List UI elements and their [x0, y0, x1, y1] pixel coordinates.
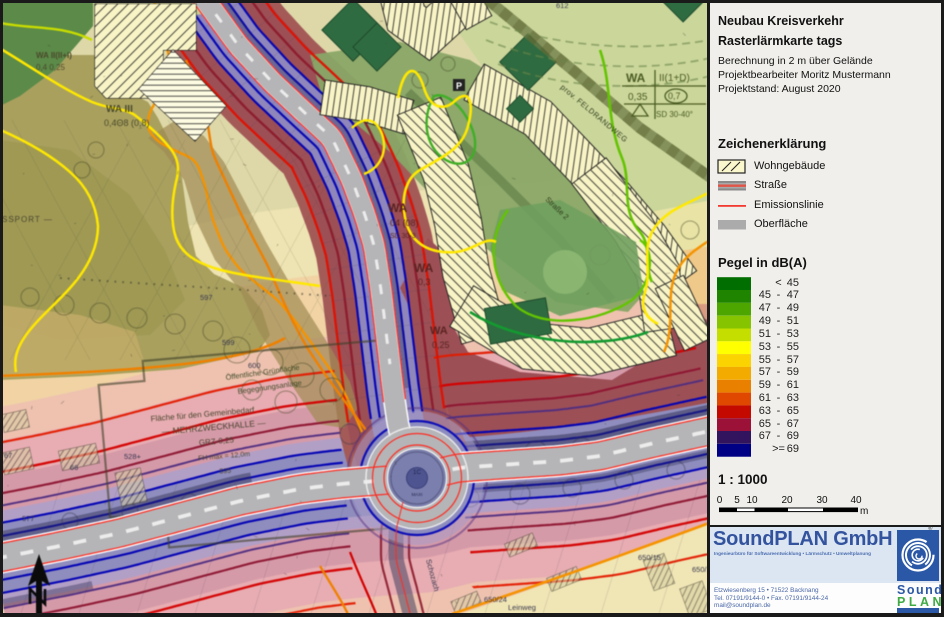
svg-text:650/24: 650/24 [484, 595, 507, 604]
svg-text:WA: WA [430, 325, 448, 337]
svg-text:MAXI: MAXI [411, 492, 422, 497]
svg-text:1C: 1C [413, 469, 422, 476]
svg-text:SD 30-3: SD 30-3 [390, 233, 416, 240]
svg-text:20: 20 [781, 495, 793, 506]
svg-text:SSPORT —: SSPORT — [2, 215, 53, 224]
svg-text:10: 10 [746, 495, 758, 506]
svg-text:597: 597 [200, 293, 213, 302]
svg-text:0,25: 0,25 [432, 340, 450, 350]
svg-text:WA III: WA III [106, 104, 133, 115]
svg-text:67: 67 [4, 451, 12, 460]
svg-text:0: 0 [717, 495, 723, 506]
svg-text:5: 5 [734, 495, 740, 506]
svg-text:595: 595 [219, 468, 231, 476]
svg-text:600: 600 [248, 361, 261, 370]
svg-text:650/15: 650/15 [638, 553, 661, 562]
svg-text:P: P [456, 81, 462, 91]
svg-text:30: 30 [816, 495, 828, 506]
svg-text:SD 30-40°: SD 30-40° [656, 110, 693, 119]
svg-text:599: 599 [222, 338, 235, 347]
svg-text:WA II(II+I): WA II(II+I) [36, 51, 72, 60]
svg-text:528+: 528+ [124, 452, 142, 461]
svg-text:0,7: 0,7 [668, 91, 681, 101]
svg-text:WA: WA [414, 261, 434, 275]
svg-text:0,35: 0,35 [628, 92, 648, 103]
svg-text:0,4 0,25: 0,4 0,25 [36, 63, 65, 72]
svg-text:II(1+D): II(1+D) [659, 73, 690, 84]
svg-text:577: 577 [22, 514, 35, 523]
svg-text:40: 40 [850, 495, 862, 506]
svg-text:66: 66 [70, 463, 78, 472]
svg-text:Leinweg: Leinweg [508, 603, 536, 612]
svg-text:04 (08): 04 (08) [390, 218, 419, 228]
svg-text:m: m [860, 506, 868, 517]
svg-text:0,3: 0,3 [418, 277, 431, 287]
svg-text:WA: WA [626, 71, 646, 85]
svg-text:0,4Θ8 (0,8): 0,4Θ8 (0,8) [104, 118, 150, 128]
svg-text:WA: WA [388, 201, 408, 215]
